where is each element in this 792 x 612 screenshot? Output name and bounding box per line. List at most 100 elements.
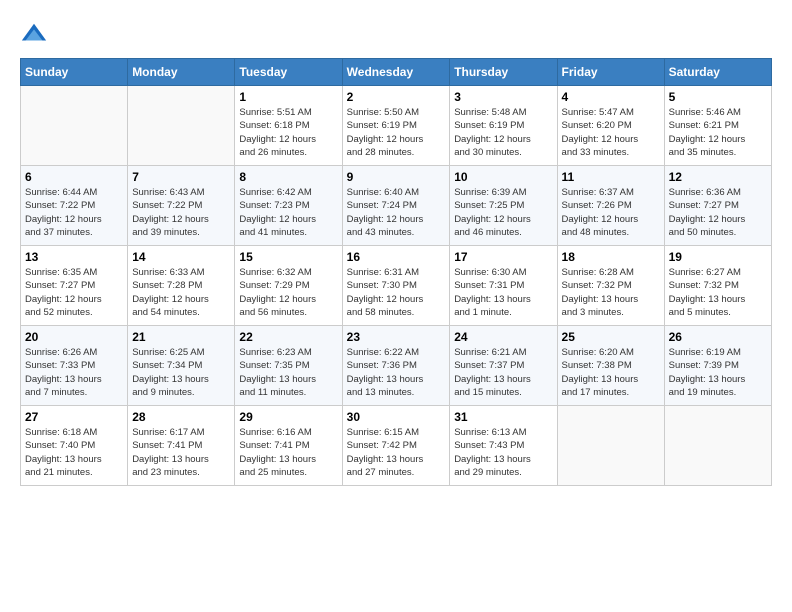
day-number: 12 [669,170,767,184]
day-info: Sunrise: 6:19 AM Sunset: 7:39 PM Dayligh… [669,346,767,399]
day-info: Sunrise: 6:17 AM Sunset: 7:41 PM Dayligh… [132,426,230,479]
day-info: Sunrise: 6:23 AM Sunset: 7:35 PM Dayligh… [239,346,337,399]
calendar-cell: 3 Sunrise: 5:48 AM Sunset: 6:19 PM Daylig… [450,86,557,166]
day-number: 21 [132,330,230,344]
day-info: Sunrise: 6:20 AM Sunset: 7:38 PM Dayligh… [562,346,660,399]
day-of-week-header: Sunday [21,59,128,86]
day-number: 13 [25,250,123,264]
day-number: 4 [562,90,660,104]
day-number: 17 [454,250,552,264]
day-number: 31 [454,410,552,424]
calendar-week-row: 27Sunrise: 6:18 AM Sunset: 7:40 PM Dayli… [21,406,772,486]
calendar-cell: 26Sunrise: 6:19 AM Sunset: 7:39 PM Dayli… [664,326,771,406]
day-number: 24 [454,330,552,344]
day-number: 7 [132,170,230,184]
day-info: Sunrise: 6:18 AM Sunset: 7:40 PM Dayligh… [25,426,123,479]
calendar-cell: 25Sunrise: 6:20 AM Sunset: 7:38 PM Dayli… [557,326,664,406]
day-number: 5 [669,90,767,104]
day-info: Sunrise: 6:33 AM Sunset: 7:28 PM Dayligh… [132,266,230,319]
day-number: 19 [669,250,767,264]
day-number: 11 [562,170,660,184]
calendar-cell: 21Sunrise: 6:25 AM Sunset: 7:34 PM Dayli… [128,326,235,406]
calendar-cell [557,406,664,486]
calendar-cell: 12 Sunrise: 6:36 AM Sunset: 7:27 PM Dayli… [664,166,771,246]
calendar-cell: 9 Sunrise: 6:40 AM Sunset: 7:24 PM Daylig… [342,166,450,246]
calendar-week-row: 6 Sunrise: 6:44 AM Sunset: 7:22 PM Daylig… [21,166,772,246]
day-info: Sunrise: 6:35 AM Sunset: 7:27 PM Dayligh… [25,266,123,319]
day-info: Sunrise: 6:21 AM Sunset: 7:37 PM Dayligh… [454,346,552,399]
day-number: 9 [347,170,446,184]
day-info: Sunrise: 5:46 AM Sunset: 6:21 PM Dayligh… [669,106,767,159]
day-number: 15 [239,250,337,264]
day-info: Sunrise: 6:16 AM Sunset: 7:41 PM Dayligh… [239,426,337,479]
day-info: Sunrise: 6:31 AM Sunset: 7:30 PM Dayligh… [347,266,446,319]
day-number: 20 [25,330,123,344]
calendar-cell: 23 Sunrise: 6:22 AM Sunset: 7:36 PM Dayli… [342,326,450,406]
logo [20,20,52,48]
calendar-cell [664,406,771,486]
calendar-cell: 28 Sunrise: 6:17 AM Sunset: 7:41 PM Dayli… [128,406,235,486]
calendar-header: SundayMondayTuesdayWednesdayThursdayFrid… [21,59,772,86]
calendar-cell: 1 Sunrise: 5:51 AM Sunset: 6:18 PM Daylig… [235,86,342,166]
day-number: 18 [562,250,660,264]
page-header [20,20,772,48]
day-number: 30 [347,410,446,424]
calendar-cell: 8 Sunrise: 6:42 AM Sunset: 7:23 PM Daylig… [235,166,342,246]
day-number: 1 [239,90,337,104]
day-info: Sunrise: 6:26 AM Sunset: 7:33 PM Dayligh… [25,346,123,399]
calendar-cell: 7 Sunrise: 6:43 AM Sunset: 7:22 PM Daylig… [128,166,235,246]
day-info: Sunrise: 5:47 AM Sunset: 6:20 PM Dayligh… [562,106,660,159]
day-info: Sunrise: 6:13 AM Sunset: 7:43 PM Dayligh… [454,426,552,479]
day-info: Sunrise: 6:28 AM Sunset: 7:32 PM Dayligh… [562,266,660,319]
day-number: 29 [239,410,337,424]
calendar-cell: 14 Sunrise: 6:33 AM Sunset: 7:28 PM Dayli… [128,246,235,326]
day-of-week-header: Tuesday [235,59,342,86]
day-number: 6 [25,170,123,184]
day-info: Sunrise: 6:22 AM Sunset: 7:36 PM Dayligh… [347,346,446,399]
day-number: 16 [347,250,446,264]
calendar-cell: 27Sunrise: 6:18 AM Sunset: 7:40 PM Dayli… [21,406,128,486]
calendar-cell: 22Sunrise: 6:23 AM Sunset: 7:35 PM Dayli… [235,326,342,406]
calendar-cell: 24 Sunrise: 6:21 AM Sunset: 7:37 PM Dayli… [450,326,557,406]
calendar-cell: 18 Sunrise: 6:28 AM Sunset: 7:32 PM Dayli… [557,246,664,326]
day-info: Sunrise: 6:32 AM Sunset: 7:29 PM Dayligh… [239,266,337,319]
day-of-week-header: Monday [128,59,235,86]
calendar-cell [128,86,235,166]
day-info: Sunrise: 6:36 AM Sunset: 7:27 PM Dayligh… [669,186,767,239]
day-info: Sunrise: 6:37 AM Sunset: 7:26 PM Dayligh… [562,186,660,239]
calendar-cell: 30 Sunrise: 6:15 AM Sunset: 7:42 PM Dayli… [342,406,450,486]
day-number: 14 [132,250,230,264]
calendar-cell [21,86,128,166]
day-info: Sunrise: 6:15 AM Sunset: 7:42 PM Dayligh… [347,426,446,479]
calendar-cell: 11 Sunrise: 6:37 AM Sunset: 7:26 PM Dayli… [557,166,664,246]
day-number: 2 [347,90,446,104]
calendar-week-row: 1 Sunrise: 5:51 AM Sunset: 6:18 PM Daylig… [21,86,772,166]
calendar-cell: 13 Sunrise: 6:35 AM Sunset: 7:27 PM Dayli… [21,246,128,326]
day-number: 3 [454,90,552,104]
calendar-cell: 4 Sunrise: 5:47 AM Sunset: 6:20 PM Daylig… [557,86,664,166]
day-of-week-header: Friday [557,59,664,86]
day-info: Sunrise: 6:40 AM Sunset: 7:24 PM Dayligh… [347,186,446,239]
day-info: Sunrise: 6:43 AM Sunset: 7:22 PM Dayligh… [132,186,230,239]
day-number: 28 [132,410,230,424]
calendar-table: SundayMondayTuesdayWednesdayThursdayFrid… [20,58,772,486]
calendar-cell: 2 Sunrise: 5:50 AM Sunset: 6:19 PM Daylig… [342,86,450,166]
calendar-cell: 15 Sunrise: 6:32 AM Sunset: 7:29 PM Dayli… [235,246,342,326]
day-number: 8 [239,170,337,184]
day-info: Sunrise: 6:30 AM Sunset: 7:31 PM Dayligh… [454,266,552,319]
day-info: Sunrise: 6:42 AM Sunset: 7:23 PM Dayligh… [239,186,337,239]
day-info: Sunrise: 5:50 AM Sunset: 6:19 PM Dayligh… [347,106,446,159]
day-of-week-header: Thursday [450,59,557,86]
day-number: 23 [347,330,446,344]
day-of-week-header: Wednesday [342,59,450,86]
calendar-cell: 19Sunrise: 6:27 AM Sunset: 7:32 PM Dayli… [664,246,771,326]
calendar-cell: 5 Sunrise: 5:46 AM Sunset: 6:21 PM Daylig… [664,86,771,166]
day-info: Sunrise: 6:44 AM Sunset: 7:22 PM Dayligh… [25,186,123,239]
calendar-cell: 10Sunrise: 6:39 AM Sunset: 7:25 PM Dayli… [450,166,557,246]
day-info: Sunrise: 5:51 AM Sunset: 6:18 PM Dayligh… [239,106,337,159]
day-info: Sunrise: 5:48 AM Sunset: 6:19 PM Dayligh… [454,106,552,159]
calendar-body: 1 Sunrise: 5:51 AM Sunset: 6:18 PM Daylig… [21,86,772,486]
calendar-cell: 31 Sunrise: 6:13 AM Sunset: 7:43 PM Dayli… [450,406,557,486]
calendar-cell: 29 Sunrise: 6:16 AM Sunset: 7:41 PM Dayli… [235,406,342,486]
calendar-week-row: 13 Sunrise: 6:35 AM Sunset: 7:27 PM Dayli… [21,246,772,326]
